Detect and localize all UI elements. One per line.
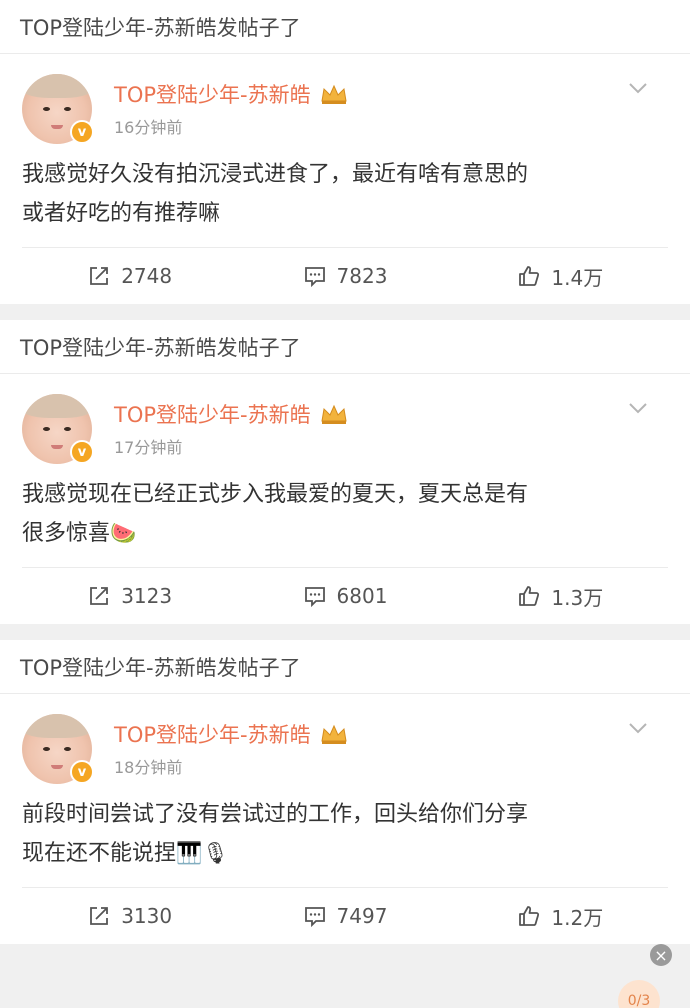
card-divider [0,304,690,320]
action-bar: 2748 7823 1.4万 [22,247,668,304]
verified-badge-icon: v [70,760,94,784]
watermelon-emoji: 🍉 [110,521,137,545]
like-count: 1.4万 [551,265,604,290]
post-time: 16分钟前 [114,118,183,137]
post-text-line: 很多惊喜 [22,521,111,546]
action-bar: 3130 7497 1.2万 [22,887,668,944]
crown-icon [321,724,347,744]
comment-icon [304,907,325,928]
post-time: 18分钟前 [114,758,183,777]
weibo-feed: TOP登陆少年-苏新皓发帖子了 v TOP登陆少年-苏新皓 16分钟前 我感觉好… [0,0,690,1008]
thumbs-up-icon [519,906,540,926]
crown-icon [321,84,347,104]
repost-icon [90,587,109,605]
floating-task-widget: × 0/3 [598,944,690,1008]
post-time: 17分钟前 [114,438,183,457]
author-name[interactable]: TOP登陆少年-苏新皓 [114,79,311,109]
thumbs-up-icon [519,586,540,606]
author-name-row[interactable]: TOP登陆少年-苏新皓 [114,719,349,749]
verified-badge-icon: v [70,440,94,464]
post-content[interactable]: 前段时间尝试了没有尝试过的工作，回头给你们分享 现在还不能说捏🎹🎙 [22,788,668,887]
like-button[interactable]: 1.3万 [453,582,668,611]
post-text-line: 我感觉现在已经正式步入我最爱的夏天，夏天总是有 [22,482,529,507]
repost-icon [90,907,109,925]
post-card: TOP登陆少年-苏新皓发帖子了 v TOP登陆少年-苏新皓 16分钟前 我感觉好… [0,0,690,304]
post-card: TOP登陆少年-苏新皓发帖子了 v TOP登陆少年-苏新皓 18分钟前 前段时间… [0,640,690,944]
author-name-row[interactable]: TOP登陆少年-苏新皓 [114,79,349,109]
action-bar: 3123 6801 1.3万 [22,567,668,624]
piano-microphone-emoji: 🎹🎙 [176,841,229,865]
section-header[interactable]: TOP登陆少年-苏新皓发帖子了 [0,640,690,694]
chevron-down-icon[interactable] [628,82,648,94]
like-count: 1.2万 [551,905,604,930]
chevron-down-icon[interactable] [628,402,648,414]
comment-count: 7823 [336,264,388,288]
repost-count: 2748 [121,264,173,288]
verified-badge-icon: v [70,120,94,144]
like-count: 1.3万 [551,585,604,610]
post-card: TOP登陆少年-苏新皓发帖子了 v TOP登陆少年-苏新皓 17分钟前 我感觉现… [0,320,690,624]
comment-button[interactable]: 7497 [237,904,452,928]
repost-button[interactable]: 2748 [22,264,237,288]
post-text-line: 我感觉好久没有拍沉浸式进食了，最近有啥有意思的 [22,162,529,187]
repost-count: 3130 [121,904,173,928]
thumbs-up-icon [519,266,540,286]
section-header[interactable]: TOP登陆少年-苏新皓发帖子了 [0,320,690,374]
chevron-down-icon[interactable] [628,722,648,734]
post-text-line: 前段时间尝试了没有尝试过的工作，回头给你们分享 [22,802,529,827]
author-name[interactable]: TOP登陆少年-苏新皓 [114,719,311,749]
author-name[interactable]: TOP登陆少年-苏新皓 [114,399,311,429]
comment-count: 7497 [336,904,388,928]
post-content[interactable]: 我感觉好久没有拍沉浸式进食了，最近有啥有意思的 或者好吃的有推荐嘛 [22,148,668,247]
crown-icon [321,404,347,424]
comment-icon [304,587,325,608]
like-button[interactable]: 1.2万 [453,902,668,931]
author-name-row[interactable]: TOP登陆少年-苏新皓 [114,399,349,429]
repost-icon [90,267,109,285]
post-content[interactable]: 我感觉现在已经正式步入我最爱的夏天，夏天总是有 很多惊喜🍉 [22,468,668,567]
repost-button[interactable]: 3123 [22,584,237,608]
comment-icon [304,267,325,288]
comment-count: 6801 [336,584,388,608]
task-progress-badge[interactable]: 0/3 [618,980,660,1008]
comment-button[interactable]: 7823 [237,264,452,288]
like-button[interactable]: 1.4万 [453,262,668,291]
section-header[interactable]: TOP登陆少年-苏新皓发帖子了 [0,0,690,54]
close-icon[interactable]: × [650,944,672,966]
repost-button[interactable]: 3130 [22,904,237,928]
post-text-line: 现在还不能说捏 [22,841,177,866]
post-text-line: 或者好吃的有推荐嘛 [22,201,221,226]
repost-count: 3123 [121,584,173,608]
card-divider [0,624,690,640]
comment-button[interactable]: 6801 [237,584,452,608]
